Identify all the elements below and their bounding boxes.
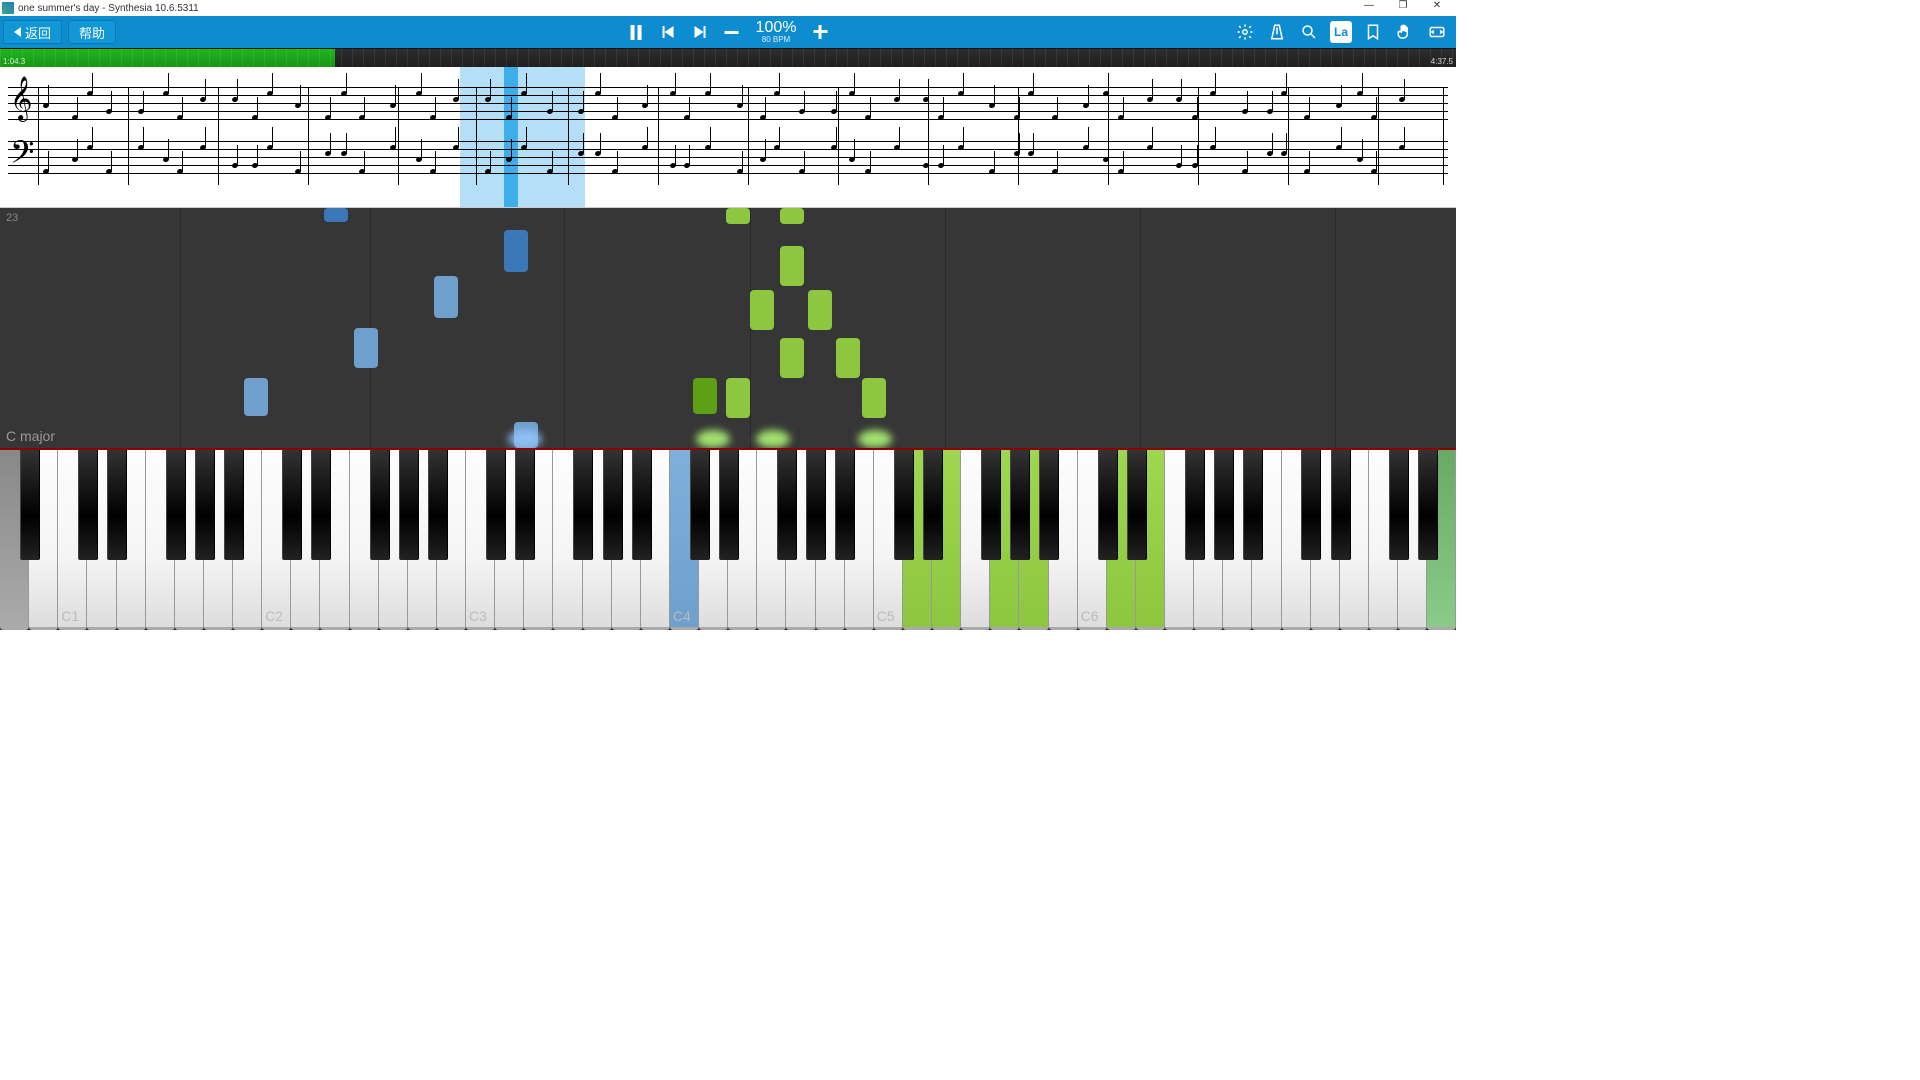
piano-keyboard[interactable]: C1 C2 C3 C4 C5 C6 — [0, 448, 1456, 630]
black-key[interactable] — [224, 450, 244, 560]
measure-number: 23 — [6, 212, 18, 224]
black-key[interactable] — [719, 450, 739, 560]
octave-label: C5 — [877, 608, 895, 624]
black-key[interactable] — [195, 450, 215, 560]
bookmark-icon[interactable] — [1362, 21, 1384, 43]
black-key[interactable] — [777, 450, 797, 560]
black-key[interactable] — [894, 450, 914, 560]
progress-fill — [0, 49, 335, 67]
falling-note — [862, 378, 886, 418]
close-button[interactable]: ✕ — [1420, 0, 1454, 16]
tempo-display[interactable]: 100% 80 BPM — [756, 20, 797, 44]
falling-note — [244, 378, 268, 416]
song-progress-bar[interactable]: 1:04.3 4:37.5 — [0, 48, 1456, 67]
maximize-button[interactable]: ❐ — [1386, 0, 1420, 16]
black-key[interactable] — [107, 450, 127, 560]
falling-note — [693, 378, 717, 414]
black-key[interactable] — [486, 450, 506, 560]
black-key[interactable] — [1185, 450, 1205, 560]
metronome-icon[interactable] — [1266, 21, 1288, 43]
black-key[interactable] — [981, 450, 1001, 560]
black-key[interactable] — [1418, 450, 1438, 560]
falling-note — [836, 338, 860, 378]
falling-note — [726, 208, 750, 224]
octave-label: C1 — [61, 608, 79, 624]
black-key[interactable] — [428, 450, 448, 560]
help-button[interactable]: 帮助 — [68, 20, 116, 44]
octave-label: C4 — [673, 608, 691, 624]
window-title: one summer's day - Synthesia 10.6.5311 — [18, 3, 199, 14]
back-button[interactable]: 返回 — [3, 20, 62, 44]
tempo-plus-button[interactable] — [812, 24, 828, 40]
previous-button[interactable] — [660, 24, 676, 40]
black-key[interactable] — [1127, 450, 1147, 560]
key-hint: C major — [6, 428, 55, 444]
settings-icon[interactable] — [1234, 21, 1256, 43]
black-key[interactable] — [515, 450, 535, 560]
black-key[interactable] — [1214, 450, 1234, 560]
waterfall-panel: 23 C major — [0, 208, 1456, 448]
black-key[interactable] — [835, 450, 855, 560]
tempo-bpm: 80 BPM — [756, 36, 797, 44]
black-key[interactable] — [166, 450, 186, 560]
minimize-button[interactable]: — — [1352, 0, 1386, 16]
black-key[interactable] — [603, 450, 623, 560]
zoom-icon[interactable] — [1298, 21, 1320, 43]
pause-button[interactable] — [628, 24, 644, 40]
falling-note — [726, 378, 750, 418]
black-key[interactable] — [370, 450, 390, 560]
total-time: 4:37.5 — [1431, 57, 1453, 66]
falling-note — [780, 208, 804, 224]
black-key[interactable] — [1301, 450, 1321, 560]
black-key[interactable] — [632, 450, 652, 560]
falling-note — [434, 276, 458, 318]
black-key[interactable] — [311, 450, 331, 560]
falling-note — [504, 230, 528, 272]
octave-label: C6 — [1081, 608, 1099, 624]
falling-note — [324, 208, 348, 222]
falling-note — [750, 290, 774, 330]
black-key[interactable] — [1243, 450, 1263, 560]
black-key[interactable] — [20, 450, 40, 560]
black-key[interactable] — [282, 450, 302, 560]
black-key[interactable] — [1389, 450, 1409, 560]
octave-label: C3 — [469, 608, 487, 624]
black-key[interactable] — [923, 450, 943, 560]
black-key[interactable] — [1039, 450, 1059, 560]
black-key[interactable] — [78, 450, 98, 560]
main-toolbar: 返回 帮助 100% 80 BPM La — [0, 16, 1456, 48]
falling-note — [808, 290, 832, 330]
hands-icon[interactable] — [1394, 21, 1416, 43]
window-titlebar: one summer's day - Synthesia 10.6.5311 —… — [0, 0, 1456, 16]
octave-label: C2 — [265, 608, 283, 624]
falling-note — [354, 328, 378, 368]
falling-note — [780, 338, 804, 378]
black-key[interactable] — [806, 450, 826, 560]
elapsed-time: 1:04.3 — [3, 57, 25, 66]
next-button[interactable] — [692, 24, 708, 40]
sheet-music-panel: 𝄞𝄢 — [0, 67, 1456, 208]
falling-note — [780, 246, 804, 286]
tempo-minus-button[interactable] — [724, 24, 740, 40]
black-key[interactable] — [573, 450, 593, 560]
black-key[interactable] — [1010, 450, 1030, 560]
black-key[interactable] — [1098, 450, 1118, 560]
black-key[interactable] — [399, 450, 419, 560]
black-key[interactable] — [1331, 450, 1351, 560]
app-icon — [2, 2, 14, 14]
loop-icon[interactable] — [1426, 21, 1448, 43]
tempo-percent: 100% — [756, 20, 797, 36]
black-key[interactable] — [690, 450, 710, 560]
note-names-toggle[interactable]: La — [1330, 21, 1352, 43]
